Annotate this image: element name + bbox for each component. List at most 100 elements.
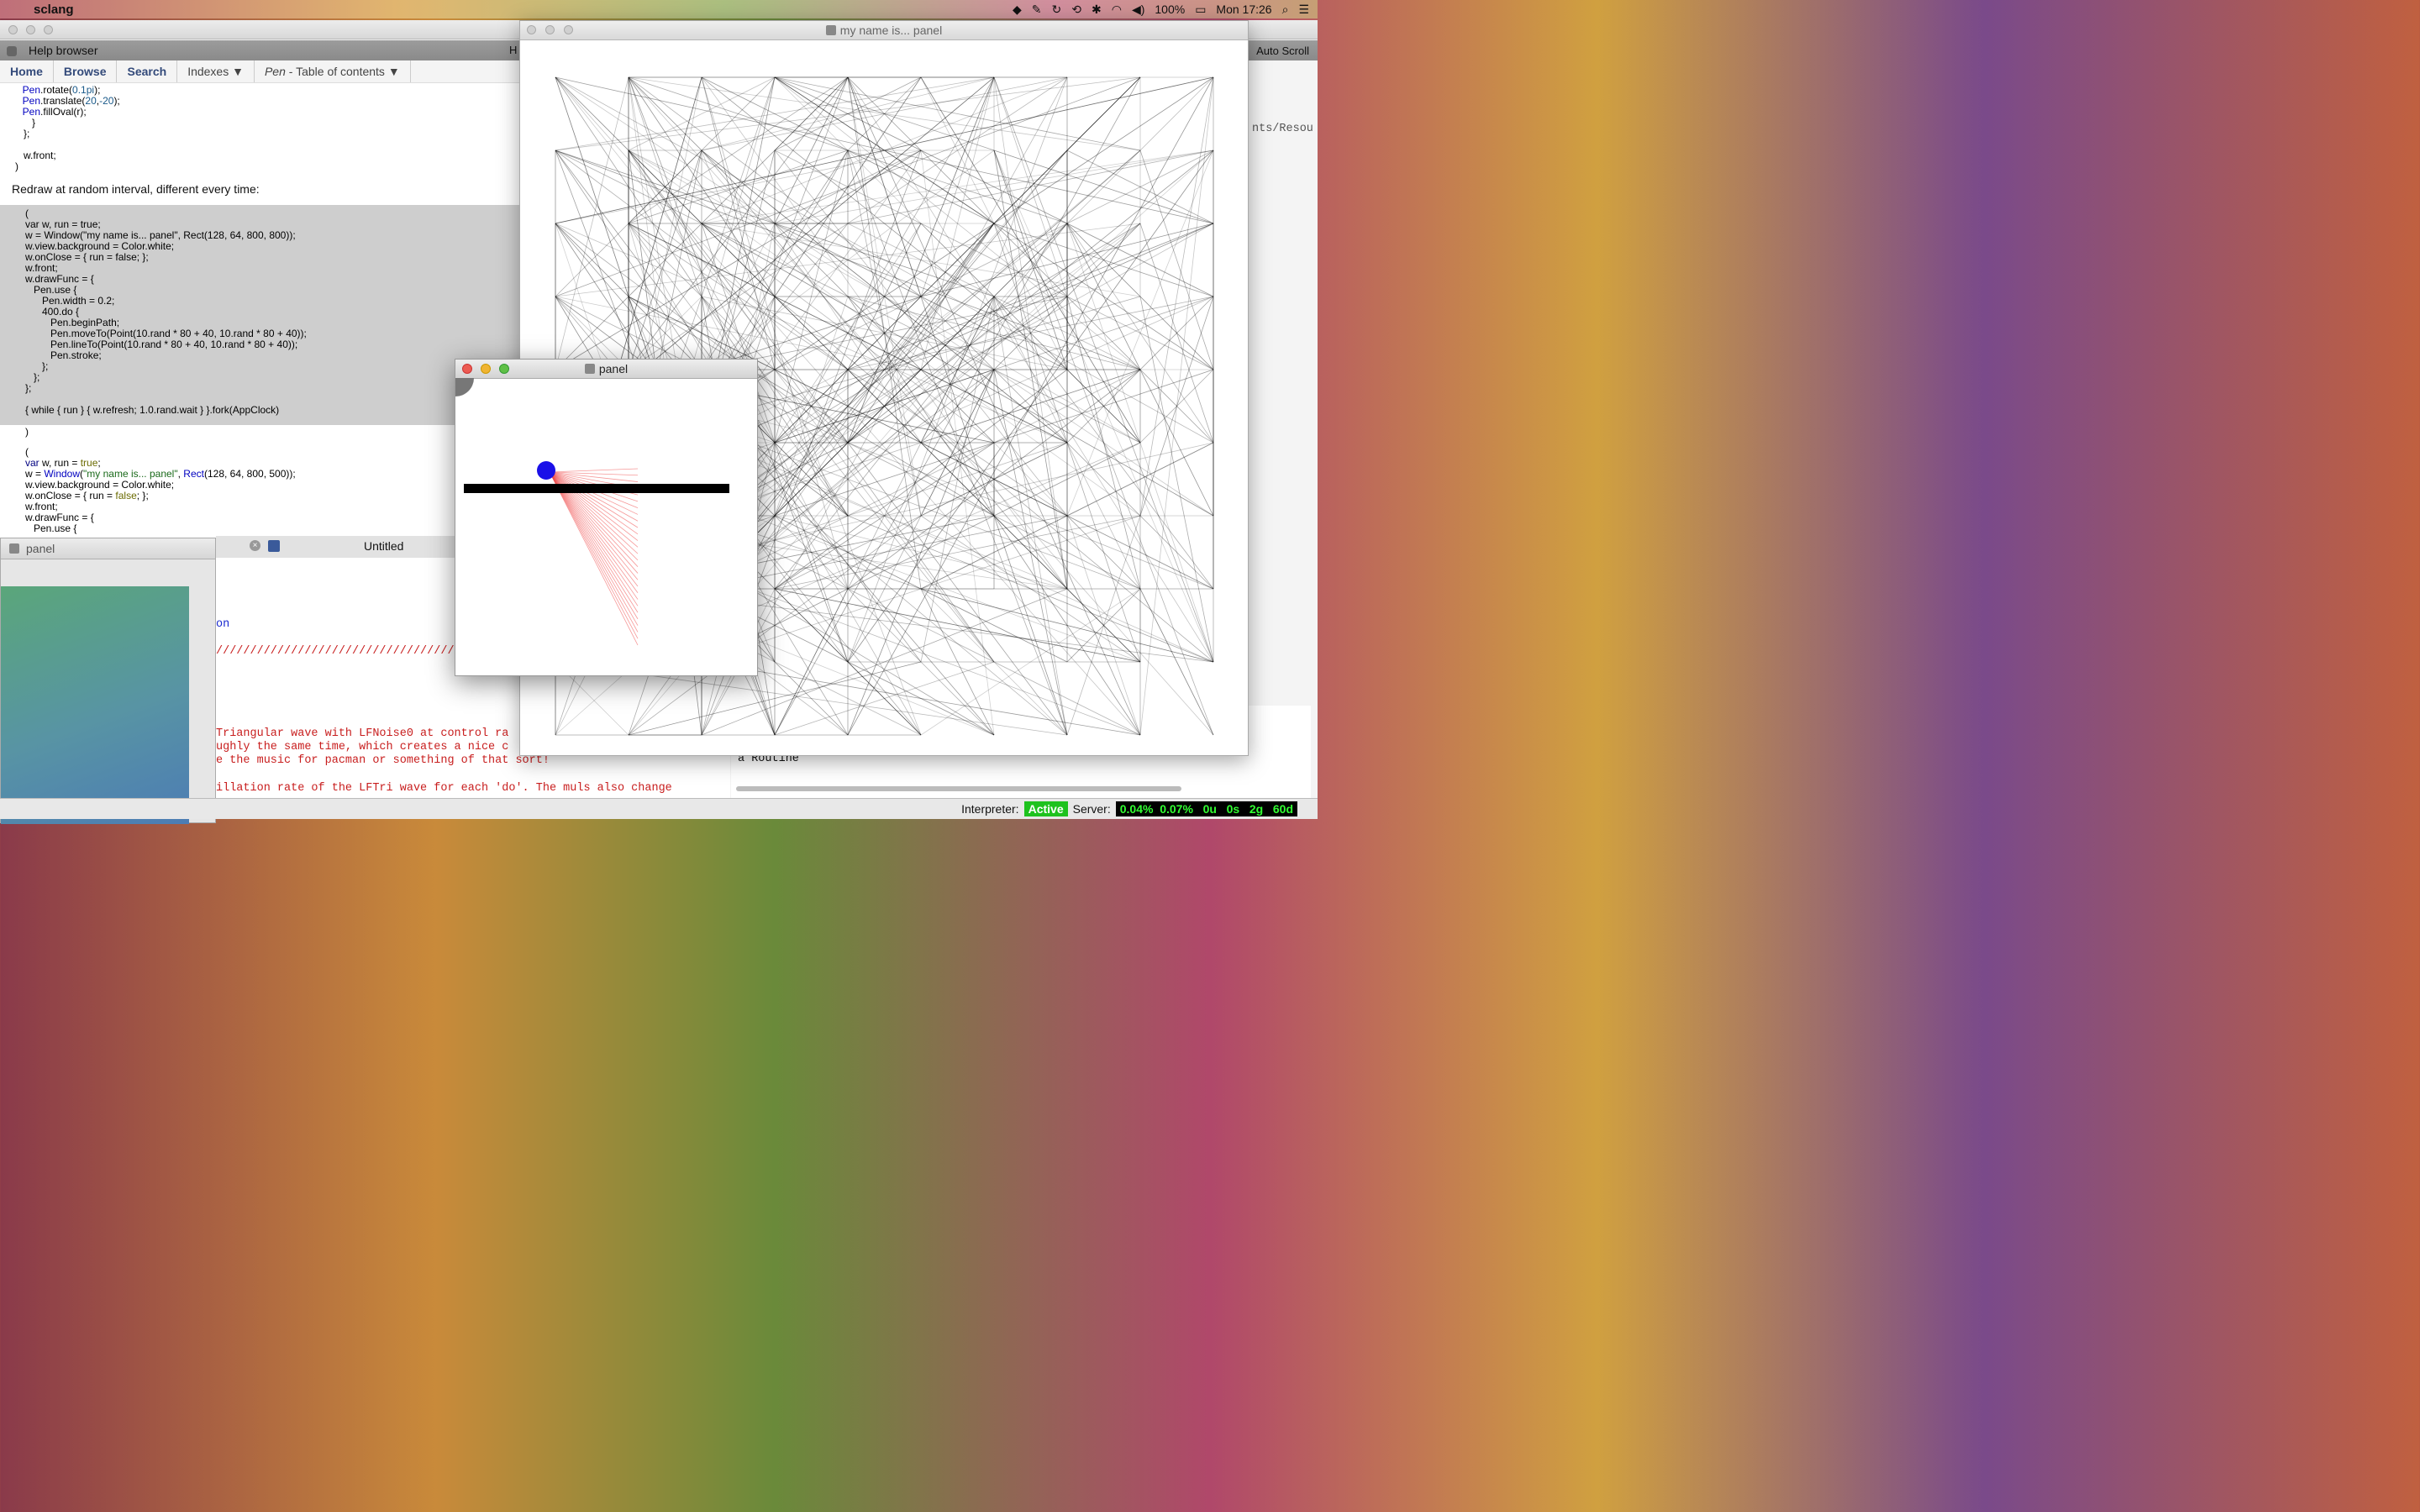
bigwin-titlebar: my name is... panel [520,21,1248,40]
server-synthdefs: 60d [1272,802,1293,816]
random-line [555,76,629,370]
code-line: { while { run } { w.refresh; 1.0.rand.wa… [25,404,280,416]
random-line [774,76,995,151]
code-line: }; [15,128,30,139]
section-heading: Redraw at random interval, different eve… [12,182,260,196]
wifi-icon[interactable]: ◠ [1112,0,1122,18]
zoom-icon[interactable] [564,25,573,34]
auto-scroll-button[interactable]: Auto Scroll [1256,45,1309,57]
server-status[interactable]: 0.04% 0.07% 0u 0s 2g 60d [1115,801,1297,816]
notification-center-icon[interactable]: ☰ [1298,0,1309,18]
minimize-icon[interactable] [481,364,491,374]
clock[interactable]: Mon 17:26 [1216,0,1271,18]
server-avg-cpu: 0.04% [1119,802,1154,816]
zoom-icon[interactable] [44,25,53,34]
dropbox-icon[interactable]: ◆ [1013,0,1022,18]
server-synths: 0s [1226,802,1240,816]
close-icon[interactable] [527,25,536,34]
code-block-selected[interactable]: (var w, run = true; w = Window("my name i… [0,205,521,438]
help-browser-title: Help browser [29,44,98,57]
code-line: w.front; [25,262,58,274]
random-line [847,76,922,297]
random-line [993,150,1214,224]
nav-home-link[interactable]: Home [0,60,54,82]
server-peak-cpu: 0.07% [1160,802,1193,816]
code-line: Pen.use { [25,522,77,534]
zoom-icon[interactable] [499,364,509,374]
spotlight-icon[interactable]: ⌕ [1282,0,1289,18]
random-line [774,515,1068,590]
interpreter-status-badge[interactable]: Active [1023,801,1068,816]
code-line: }; [25,371,40,383]
undock-icon[interactable] [7,46,17,56]
pendulum-canvas[interactable] [455,378,757,675]
panel-title: panel [598,362,629,375]
nav-search-link[interactable]: Search [117,60,178,82]
editor-line: ////////////////////////////////////// [216,645,475,658]
code-line: Pen.width = 0.2; [25,295,115,307]
corner-resize-handle[interactable] [455,378,474,396]
ray-line [549,468,639,473]
status-menus: ◆ ✎ ↻ ⟲ ✱ ◠ ◀) 100% ▭ Mon 17:26 ⌕ ☰ [1013,0,1309,18]
ray-line [549,471,639,535]
window-icon [9,543,19,554]
code-line: }; [25,360,49,372]
horizontal-scrollbar[interactable] [736,786,1181,791]
random-line [993,150,1214,663]
window-icon [584,364,595,374]
nav-browse-link[interactable]: Browse [54,60,118,82]
status-bar: Interpreter: Active Server: 0.04% 0.07% … [0,798,1318,819]
ray-line [549,471,639,541]
nav-toc-menu[interactable]: Pen - Table of contents ▼ [255,60,411,82]
save-icon[interactable] [268,540,280,552]
code-block[interactable]: ( var w, run = true; w = Window("my name… [0,425,521,551]
code-line: } [15,117,36,129]
editor-line: Triangular wave with LFNoise0 at control… [216,727,509,740]
battery-percent[interactable]: 100% [1155,0,1185,18]
evernote-icon[interactable]: ✎ [1032,0,1042,18]
ray-line [549,471,639,626]
menu-bar: sclang ◆ ✎ ↻ ⟲ ✱ ◠ ◀) 100% ▭ Mon 17:26 ⌕… [0,0,1318,18]
time-machine-icon[interactable]: ⟲ [1071,0,1081,18]
hidden-title-fragment: H [509,44,518,56]
minimize-icon[interactable] [26,25,35,34]
nav-indexes-menu[interactable]: Indexes ▼ [177,60,255,82]
code-line: }; [25,382,32,394]
code-line: w.front; [25,501,58,512]
minimize-icon[interactable] [545,25,555,34]
editor-tab-title[interactable]: Untitled [364,539,403,553]
interpreter-label: Interpreter: [961,802,1019,816]
bluetooth-icon[interactable]: ✱ [1092,0,1102,18]
blue-ball[interactable] [537,461,555,480]
panel-small-titlebar: panel [1,538,215,559]
ray-line [549,471,639,646]
code-line: w.front; [15,150,56,161]
code-line: w.drawFunc = { [25,512,94,523]
server-groups: 2g [1249,802,1264,816]
ray-lines [549,468,639,646]
code-line: Pen.fillOval(r); [0,106,87,118]
code-line: ) [15,160,18,172]
editor-line: illation rate of the LFTri wave for each… [216,782,672,795]
battery-icon[interactable]: ▭ [1195,0,1206,18]
black-bar [464,484,729,493]
random-line [701,661,1141,736]
editor-line: e the music for pacman or something of t… [216,754,550,767]
code-line: w.onClose = { run = false; }; [25,251,149,263]
code-line: Pen.stroke; [25,349,102,361]
close-icon[interactable] [8,25,18,34]
code-line: w.drawFunc = { [25,273,94,285]
panel-window: panel [455,359,758,676]
server-label: Server: [1072,802,1111,816]
server-ugens: 0u [1202,802,1217,816]
close-icon[interactable] [462,364,472,374]
volume-icon[interactable]: ◀) [1132,0,1144,18]
close-tab-icon[interactable]: × [250,540,260,551]
gradient-view [1,586,189,824]
ray-line [549,471,639,620]
code-line: w.onClose = { run = false; }; [25,490,149,501]
random-line [1139,588,1214,736]
sync-icon[interactable]: ↻ [1052,0,1062,18]
app-menu-name[interactable]: sclang [34,3,74,17]
post-path-fragment: nts/Resou [1252,123,1313,135]
